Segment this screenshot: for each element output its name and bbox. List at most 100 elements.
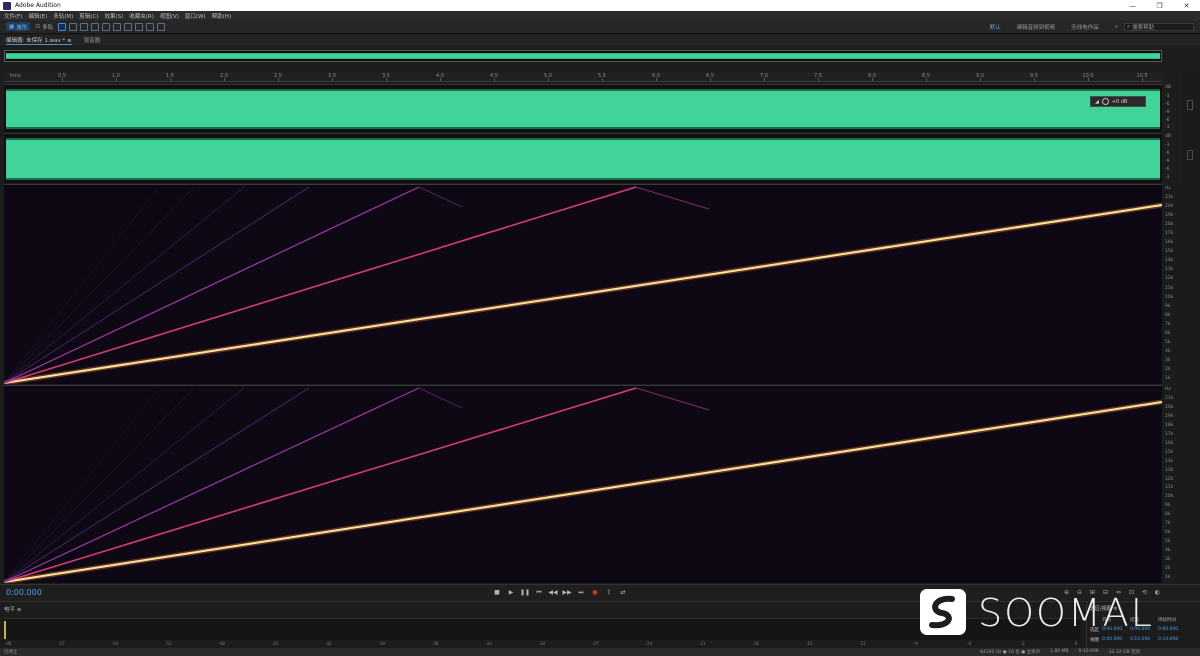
db-label: -3	[1165, 143, 1170, 148]
volume-knob[interactable]	[1101, 98, 1109, 105]
workspace-more-icon[interactable]: »	[1115, 24, 1118, 30]
ruler-tick-mark	[818, 78, 819, 81]
meter-scale-label: -57	[58, 641, 65, 646]
rewind-button[interactable]: ◀◀	[546, 588, 560, 597]
ruler-tick-mark	[116, 78, 117, 81]
ruler-tick-mark	[386, 78, 387, 81]
hz-label: 1k	[1165, 575, 1171, 580]
vertical-zoom-strip[interactable]	[1181, 72, 1200, 583]
menu-view[interactable]: 视图(V)	[160, 12, 179, 20]
menu-effects[interactable]: 效果(S)	[104, 12, 123, 20]
menu-multitrack[interactable]: 多轨(M)	[53, 12, 73, 20]
view-end[interactable]: 0:10.698	[1130, 637, 1158, 643]
db-label: -6	[1165, 167, 1170, 172]
watermark-text: SOOMAL	[978, 591, 1154, 635]
skip-selection-button[interactable]: ⇪	[602, 588, 616, 597]
hz-label: 8k	[1165, 512, 1171, 518]
status-bar: 已停止 44100 Hz ● 16 位 ● 立体声 1.80 MB 0:10.6…	[0, 648, 1200, 656]
help-search-input[interactable]: ⌕ 搜索帮助	[1124, 23, 1194, 31]
spot-healing-icon[interactable]	[157, 22, 166, 31]
multitrack-view-button[interactable]: ☷ 多轨	[32, 22, 56, 31]
meter-scale-label: -9	[913, 641, 918, 646]
ruler-tick-mark	[1034, 78, 1035, 81]
editor-tabs: 编辑器: 未保存 1.wav * ≡ 混音器	[0, 35, 1200, 45]
workspace-radio[interactable]: 无线电作品	[1071, 23, 1099, 31]
spectral-frequency-icon[interactable]	[58, 22, 67, 31]
menu-help[interactable]: 帮助(H)	[212, 12, 231, 20]
menu-edit[interactable]: 编辑(E)	[28, 12, 47, 20]
loop-button[interactable]: ⇄	[616, 588, 630, 597]
meter-scale-label: -18	[752, 641, 759, 646]
tab-mixer[interactable]: 混音器	[84, 36, 101, 44]
waveform-channel-left[interactable]	[4, 84, 1162, 132]
pause-button[interactable]: ❚❚	[518, 588, 532, 597]
menu-file[interactable]: 文件(F)	[4, 12, 22, 20]
spectral-display-right[interactable]	[4, 385, 1162, 583]
tab-editor[interactable]: 编辑器: 未保存 1.wav * ≡	[6, 36, 72, 45]
stop-button[interactable]: ■	[490, 588, 504, 597]
minimize-button[interactable]: —	[1119, 0, 1146, 11]
move-tool-icon[interactable]	[80, 22, 89, 31]
meter-scale-label: -3	[1020, 641, 1025, 646]
hz-label: 7k	[1165, 321, 1171, 327]
menu-bar: 文件(F) 编辑(E) 多轨(M) 剪辑(C) 效果(S) 收藏夹(R) 视图(…	[0, 11, 1200, 20]
current-time-display[interactable]: 0:00.000	[6, 588, 42, 597]
waveform-overview[interactable]	[4, 50, 1162, 62]
lasso-tool-icon[interactable]	[135, 22, 144, 31]
go-to-end-button[interactable]: ⏭	[574, 588, 588, 597]
menu-clip[interactable]: 剪辑(C)	[79, 12, 98, 20]
view-start[interactable]: 0:00.000	[1102, 637, 1130, 643]
slip-tool-icon[interactable]	[102, 22, 111, 31]
razor-tool-icon[interactable]	[91, 22, 100, 31]
db-scale-left: dB -3 -6 -9 -6 -3	[1163, 84, 1181, 132]
app-icon	[3, 1, 11, 10]
go-to-start-button[interactable]: ⏮	[532, 588, 546, 597]
maximize-button[interactable]: ❐	[1146, 0, 1173, 11]
ruler-tick-mark	[170, 78, 171, 81]
hz-label: 11k	[1165, 485, 1174, 491]
db-label: -9	[1165, 159, 1170, 164]
hz-label: 2k	[1165, 366, 1171, 372]
waveform-channel-right[interactable]	[4, 133, 1162, 183]
zoom-scrollbar[interactable]	[1187, 100, 1193, 110]
view-duration[interactable]: 0:10.698	[1158, 637, 1186, 643]
volume-hud[interactable]: ◢ +0 dB	[1090, 96, 1146, 107]
meter-scale-label: -42	[325, 641, 332, 646]
menu-favorites[interactable]: 收藏夹(R)	[129, 12, 154, 20]
hz-label: Hz	[1165, 186, 1171, 191]
hud-meter-icon: ◢	[1095, 98, 1099, 105]
spectral-pitch-icon[interactable]	[69, 22, 78, 31]
meter-scale-label: -dB	[4, 641, 12, 646]
row-label: 视图	[1090, 638, 1099, 643]
ruler-tick-mark	[656, 78, 657, 81]
meter-scale-label: -51	[164, 641, 172, 646]
meter-scale-label: -12	[859, 641, 866, 646]
ruler-tick-mark	[440, 78, 441, 81]
view-row: 视图 0:00.000 0:10.698 0:10.698	[1090, 637, 1186, 643]
close-button[interactable]: ✕	[1173, 0, 1200, 11]
menu-window[interactable]: 窗口(W)	[185, 12, 206, 20]
waveform-view-button[interactable]: ▦ 波形	[6, 22, 31, 31]
zoom-scrollbar[interactable]	[1187, 150, 1193, 160]
record-button[interactable]: ●	[588, 588, 602, 597]
brush-tool-icon[interactable]	[146, 22, 155, 31]
ruler-tick-mark	[980, 78, 981, 81]
time-ruler[interactable]: hms 0.5 1.0 1.5 2.0 2.5 3.0 3.5 4.0 4.5 5.0 5.5 6.0…	[4, 72, 1162, 82]
workspace-edit-audio-to-video[interactable]: 编辑音频到视频	[1017, 23, 1056, 31]
levels-title: 电平 ≡	[4, 607, 22, 613]
time-selection-icon[interactable]	[113, 22, 122, 31]
meter-scale-label: -54	[111, 641, 119, 646]
waveform-label: 波形	[16, 24, 28, 31]
hz-label: 18k	[1165, 222, 1174, 228]
workspace-default[interactable]: 默认	[990, 23, 1001, 31]
marquee-tool-icon[interactable]	[124, 22, 133, 31]
hz-label: 18k	[1165, 422, 1174, 428]
hz-label: 14k	[1165, 258, 1174, 264]
play-button[interactable]: ▶	[504, 588, 518, 597]
fast-forward-button[interactable]: ▶▶	[560, 588, 574, 597]
spectral-display-left[interactable]	[4, 184, 1162, 384]
audition-window: Adobe Audition — ❐ ✕ 文件(F) 编辑(E) 多轨(M) 剪…	[0, 0, 1200, 656]
hz-label: 10k	[1165, 294, 1174, 300]
hz-label: 8k	[1165, 312, 1171, 318]
ruler-tick-mark	[1088, 78, 1089, 81]
